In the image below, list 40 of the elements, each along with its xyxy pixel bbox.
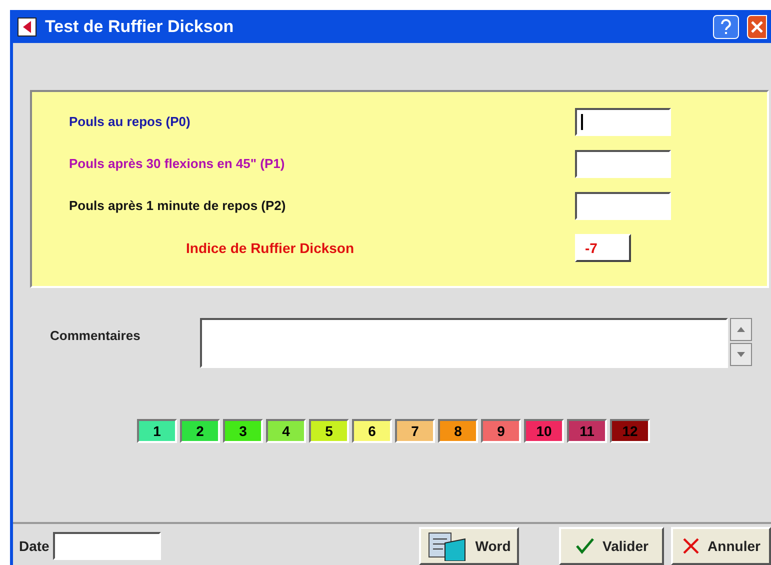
scroll-up-button[interactable] bbox=[730, 318, 752, 341]
scale-level: 12 bbox=[610, 419, 650, 443]
caret-up-icon bbox=[737, 327, 745, 332]
window-title: Test de Ruffier Dickson bbox=[45, 16, 235, 38]
index-value: -7 bbox=[575, 234, 631, 262]
document-icon bbox=[427, 531, 468, 561]
scale-level: 8 bbox=[438, 419, 478, 443]
app-icon bbox=[17, 16, 37, 36]
word-button[interactable]: Word bbox=[419, 527, 519, 565]
scale-level: 4 bbox=[266, 419, 306, 443]
check-icon bbox=[574, 537, 595, 555]
scroll-down-button[interactable] bbox=[730, 343, 752, 366]
close-icon bbox=[682, 537, 700, 555]
date-field[interactable] bbox=[53, 532, 162, 560]
date-label: Date bbox=[19, 536, 50, 556]
input-field[interactable] bbox=[575, 150, 671, 178]
input-field[interactable] bbox=[575, 108, 671, 136]
field-label: Pouls après 30 flexions en 45" (P1) bbox=[69, 155, 285, 174]
help-button[interactable] bbox=[713, 14, 739, 38]
close-icon bbox=[751, 20, 763, 32]
scale-level: 10 bbox=[524, 419, 564, 443]
scale-level: 6 bbox=[352, 419, 392, 443]
scale-level: 3 bbox=[223, 419, 263, 443]
help-icon bbox=[720, 18, 732, 34]
scale-level: 9 bbox=[481, 419, 521, 443]
input-field[interactable] bbox=[575, 192, 671, 220]
comments-label: Commentaires bbox=[50, 327, 142, 345]
cancel-button[interactable]: Annuler bbox=[671, 527, 771, 565]
field-label: Pouls après 1 minute de repos (P2) bbox=[69, 197, 286, 216]
index-label: Indice de Ruffier Dickson bbox=[186, 238, 354, 258]
scale-level: 2 bbox=[180, 419, 220, 443]
field-label: Pouls au repos (P0) bbox=[69, 113, 190, 132]
scale-level: 7 bbox=[395, 419, 435, 443]
scale-level: 5 bbox=[309, 419, 349, 443]
comments-field[interactable] bbox=[200, 318, 728, 368]
scale-level: 11 bbox=[567, 419, 607, 443]
ok-button[interactable]: Valider bbox=[559, 527, 664, 565]
close-button[interactable] bbox=[747, 14, 767, 38]
caret-down-icon bbox=[737, 352, 745, 357]
scale-level: 1 bbox=[137, 419, 177, 443]
